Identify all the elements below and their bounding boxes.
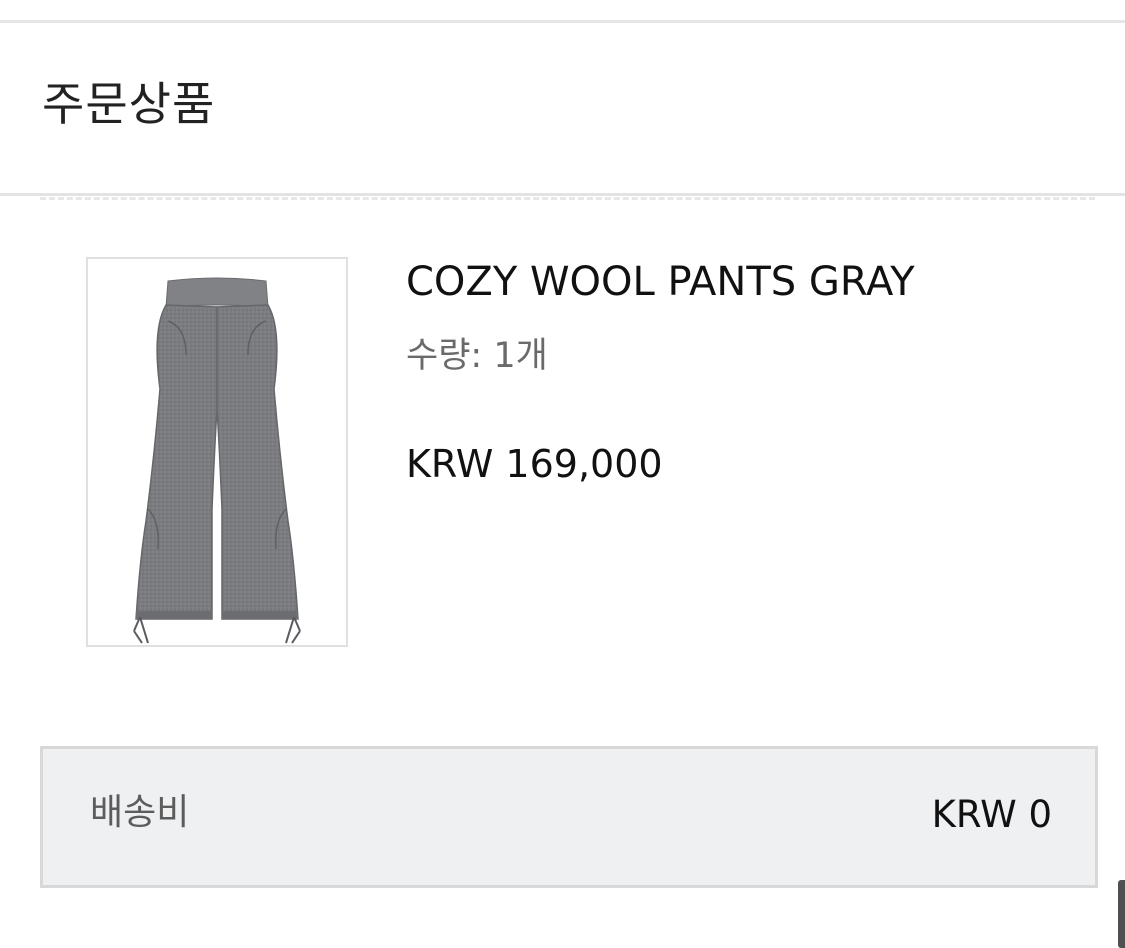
pants-product-image (133, 277, 301, 644)
dashed-divider (40, 197, 1095, 200)
top-divider (0, 20, 1125, 23)
shipping-fee-value: KRW 0 (931, 793, 1052, 836)
scrollbar-thumb[interactable] (1118, 880, 1125, 948)
product-thumbnail[interactable] (86, 257, 348, 647)
shipping-fee-box: 배송비 KRW 0 (40, 746, 1098, 888)
section-divider (0, 193, 1125, 196)
section-title: 주문상품 (42, 77, 216, 131)
order-items-page: 주문상품 COZY WOOL PANTS GRAY 수량: 1개 KRW 169… (0, 0, 1125, 948)
shipping-fee-label: 배송비 (90, 792, 190, 833)
product-price: KRW 169,000 (406, 442, 663, 486)
product-name[interactable]: COZY WOOL PANTS GRAY (406, 254, 915, 310)
product-quantity: 수량: 1개 (406, 336, 548, 376)
